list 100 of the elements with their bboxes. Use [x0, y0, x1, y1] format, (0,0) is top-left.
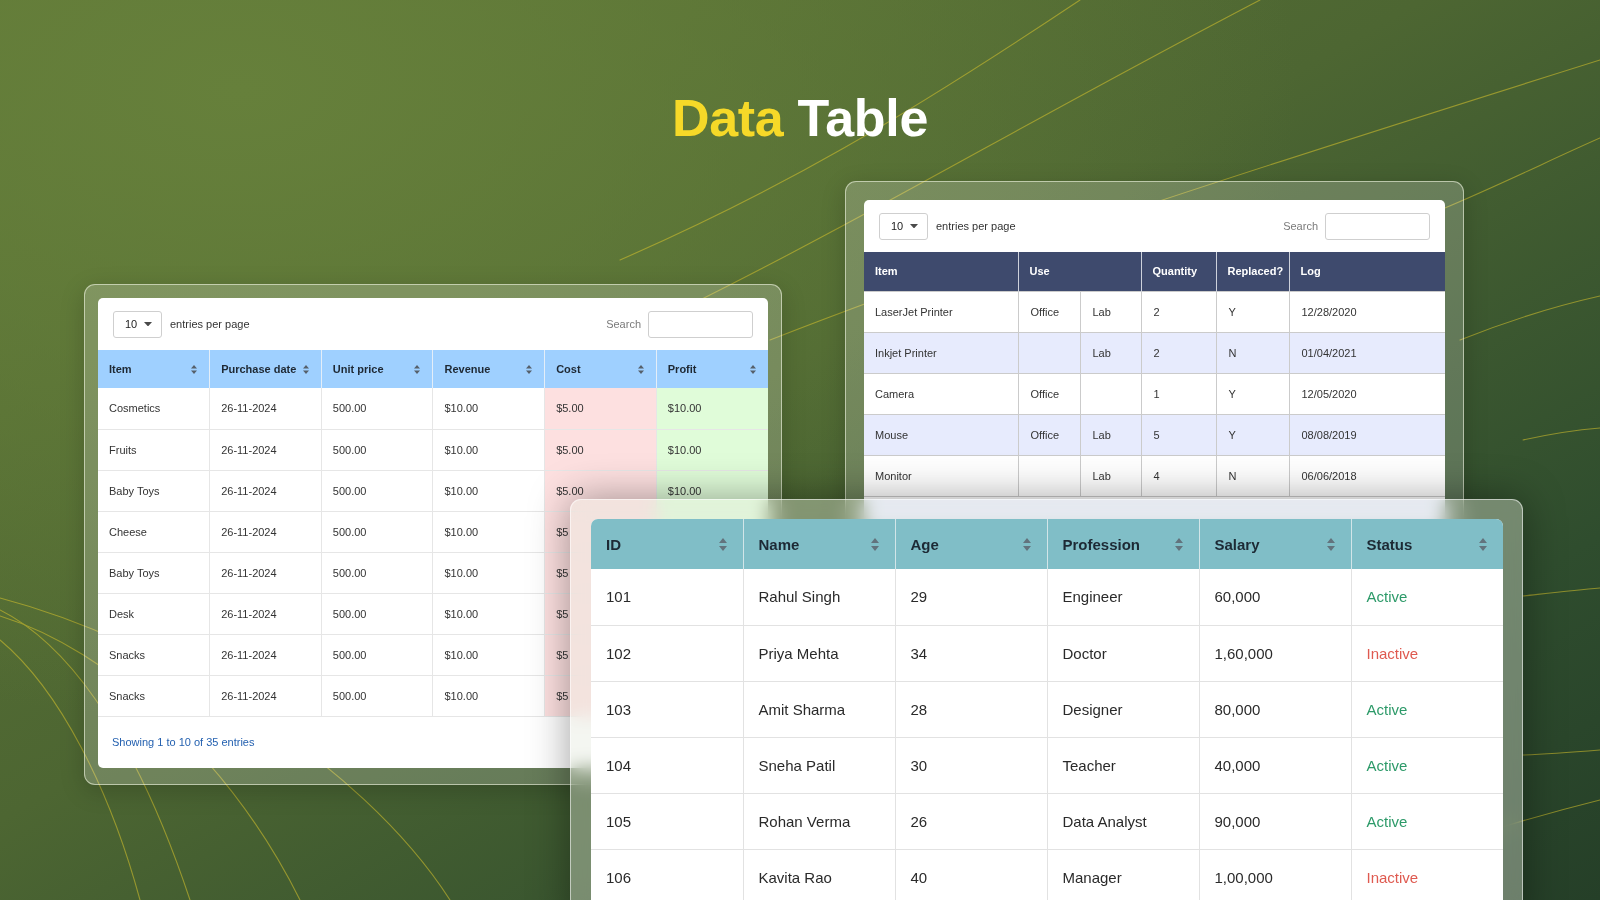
column-header[interactable]: Revenue: [432, 350, 545, 388]
column-header[interactable]: Cost: [544, 350, 657, 388]
table-cell: Manager: [1047, 849, 1199, 900]
table-cell: 500.00: [321, 552, 433, 593]
caret-icon: [910, 223, 918, 229]
table-cell: 08/08/2019: [1289, 414, 1445, 455]
table-cell: 28: [895, 681, 1047, 737]
table-cell: 500.00: [321, 388, 433, 429]
sort-icon: [414, 364, 421, 374]
table-cell: Monitor: [864, 455, 1018, 496]
table-cell: 26-11-2024: [209, 511, 322, 552]
column-header[interactable]: Age: [895, 519, 1047, 569]
table-cell: 29: [895, 569, 1047, 625]
table-cell: 105: [591, 793, 743, 849]
table-cell: 102: [591, 625, 743, 681]
table-cell: $10.00: [656, 388, 768, 429]
table-cell: Baby Toys: [98, 552, 210, 593]
table-cell: 26-11-2024: [209, 552, 322, 593]
column-header[interactable]: ID: [591, 519, 743, 569]
table-cell: $5.00: [544, 429, 657, 470]
search-label: Search: [1283, 220, 1318, 232]
search-field[interactable]: [1325, 212, 1430, 240]
sort-icon: [870, 537, 879, 551]
table-cell: 500.00: [321, 470, 433, 511]
caret-icon: [144, 321, 152, 327]
table-cell: Baby Toys: [98, 470, 210, 511]
table-cell: 103: [591, 681, 743, 737]
table-cell: 2: [1141, 291, 1216, 332]
column-header[interactable]: Unit price: [321, 350, 433, 388]
sort-icon: [750, 364, 756, 374]
page-size-select[interactable]: 10: [879, 212, 928, 240]
table-cell: Y: [1216, 414, 1289, 455]
table-cell: 500.00: [321, 429, 433, 470]
table-cell: 26-11-2024: [209, 634, 322, 675]
table-cell: Lab: [1080, 332, 1141, 373]
status-text: Inactive: [1351, 849, 1503, 900]
sort-icon: [1022, 537, 1031, 551]
table-cell: $10.00: [432, 552, 545, 593]
table-cell: $10.00: [432, 429, 545, 470]
table-cell: $5.00: [544, 470, 657, 511]
table-cell: $10.00: [432, 511, 545, 552]
sort-icon: [1326, 537, 1335, 551]
table-cell: 106: [591, 849, 743, 900]
table-cell: $10.00: [432, 593, 545, 634]
column-header[interactable]: Status: [1351, 519, 1503, 569]
table-cell: Engineer: [1047, 569, 1199, 625]
table-cell: 90,000: [1199, 793, 1351, 849]
column-header[interactable]: Salary: [1199, 519, 1351, 569]
table-cell: Snacks: [98, 675, 210, 716]
table-cell: 60,000: [1199, 569, 1351, 625]
table-cell: Office: [1018, 291, 1080, 332]
table-cell: $5.00: [544, 388, 657, 429]
table-cell: Kavita Rao: [743, 849, 895, 900]
column-header[interactable]: Item: [98, 350, 210, 388]
status-text: Active: [1351, 569, 1503, 625]
status-text: Active: [1351, 793, 1503, 849]
table-cell: Office: [1018, 373, 1080, 414]
table-cell: Camera: [864, 373, 1018, 414]
column-header: Quantity: [1141, 252, 1216, 291]
table-cell: Sneha Patil: [743, 737, 895, 793]
column-header[interactable]: Name: [743, 519, 895, 569]
table-cell: $10.00: [432, 675, 545, 716]
page-size-select[interactable]: 10: [113, 310, 162, 338]
column-header: Use: [1018, 252, 1141, 291]
table-cell: 104: [591, 737, 743, 793]
table-cell: 500.00: [321, 593, 433, 634]
page-title: Data Table: [671, 92, 929, 144]
empty-cell: [1018, 455, 1080, 496]
table-cell: 26-11-2024: [209, 675, 322, 716]
column-header[interactable]: Profession: [1047, 519, 1199, 569]
table-cell: Teacher: [1047, 737, 1199, 793]
table-cell: 80,000: [1199, 681, 1351, 737]
column-header[interactable]: Purchase date: [209, 350, 322, 388]
table-cell: Doctor: [1047, 625, 1199, 681]
sort-icon: [302, 364, 309, 374]
table-cell: Y: [1216, 291, 1289, 332]
table-cell: N: [1216, 455, 1289, 496]
table-cell: 4: [1141, 455, 1216, 496]
table-cell: $10.00: [432, 634, 545, 675]
table-cell: 26-11-2024: [209, 388, 322, 429]
column-header[interactable]: Profit: [656, 350, 768, 388]
search-field[interactable]: [648, 310, 753, 338]
sort-icon: [191, 364, 198, 374]
status-text: Active: [1351, 737, 1503, 793]
table-cell: 500.00: [321, 511, 433, 552]
page-size-label: entries per page: [170, 318, 250, 330]
table-cell: 34: [895, 625, 1047, 681]
table-cell: 12/28/2020: [1289, 291, 1445, 332]
table-cell: 40: [895, 849, 1047, 900]
table-cell: Lab: [1080, 455, 1141, 496]
table-cell: Fruits: [98, 429, 210, 470]
table-cell: N: [1216, 332, 1289, 373]
table-cell: 500.00: [321, 675, 433, 716]
table-cell: $10.00: [656, 470, 768, 511]
column-header: Replaced?: [1216, 252, 1289, 291]
table-cell: 40,000: [1199, 737, 1351, 793]
empty-cell: [1080, 373, 1141, 414]
table-cell: Desk: [98, 593, 210, 634]
table-cell: 1,60,000: [1199, 625, 1351, 681]
table-cell: 26: [895, 793, 1047, 849]
